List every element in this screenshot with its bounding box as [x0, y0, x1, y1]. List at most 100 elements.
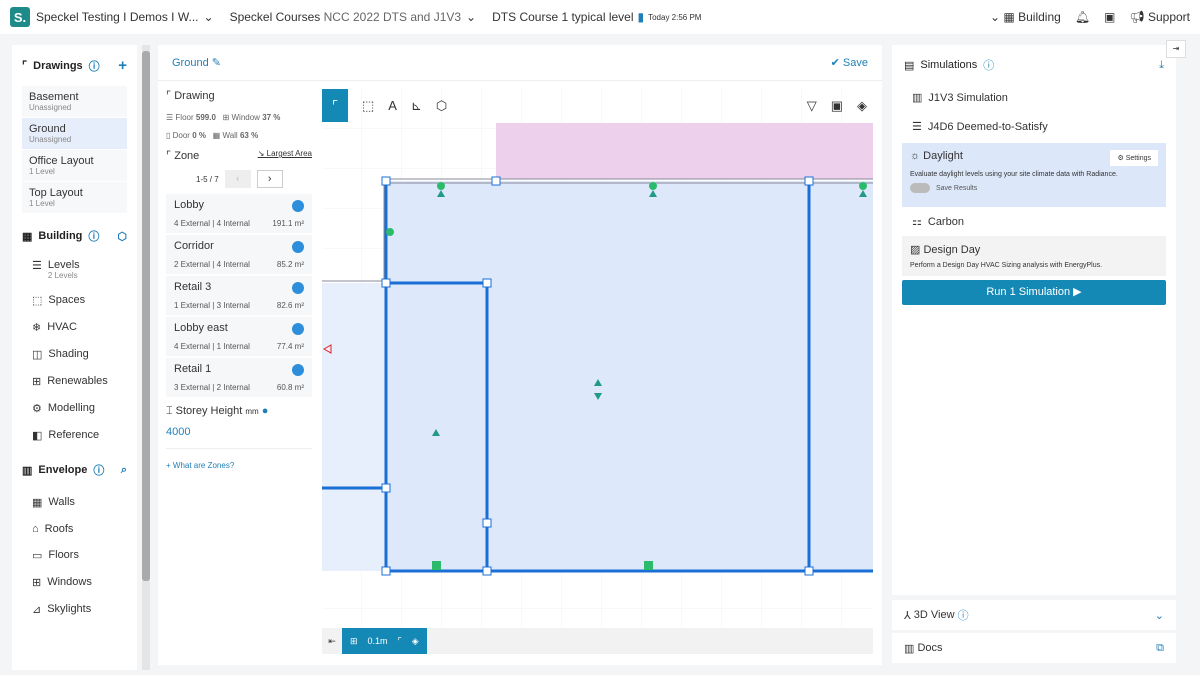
layers-icon[interactable]: ◈: [857, 98, 867, 114]
collapse-icon[interactable]: ⇤: [322, 636, 342, 647]
drawing-item[interactable]: Ground Unassigned: [22, 118, 127, 149]
sim-j4d6[interactable]: ☰ J4D6 Deemed-to-Satisfy: [902, 110, 1166, 139]
envelope-item[interactable]: ⌂ Roofs: [12, 515, 137, 541]
search-icon[interactable]: ⌕: [121, 464, 127, 477]
building-item[interactable]: ◧ Reference: [12, 421, 137, 448]
course-sub: NCC 2022 DTS and J1V3: [323, 10, 462, 24]
drawing-item[interactable]: Basement Unassigned: [22, 86, 127, 117]
zone-color-dot[interactable]: [292, 282, 304, 294]
sim-daylight[interactable]: ☼ Daylight ⚙ Settings Evaluate daylight …: [902, 143, 1166, 207]
text-tool-icon[interactable]: A: [388, 98, 397, 113]
left-sidebar: ⌜ Drawings ⓘ + Basement Unassigned Ground Unas…: [12, 45, 137, 670]
simulations-title: Simulations: [920, 59, 978, 71]
external-link-icon: ⧉: [1156, 641, 1164, 654]
sort-largest-area[interactable]: ↘ Largest Area: [258, 149, 312, 162]
zone-item[interactable]: Retail 13 External | 2 Internal 60.8 m²: [166, 358, 312, 397]
drawing-title[interactable]: Ground ✎: [172, 56, 221, 69]
zone-color-dot[interactable]: [292, 323, 304, 335]
clipboard-icon: ▤: [904, 59, 915, 72]
sim-carbon[interactable]: ⚏ Carbon: [902, 207, 1166, 236]
simulations-panel: ▤ Simulations ⓘ ⤓ ▥ J1V3 Simulation ☰ J4D6 …: [892, 45, 1176, 595]
collapse-panel-button[interactable]: ⇥: [1166, 40, 1186, 58]
canvas-toolbar: ⌜ ⬚ A ⊾ ⬡ ▽ ▣ ◈: [322, 89, 873, 122]
building-item[interactable]: ◫ Shading: [12, 340, 137, 367]
draw-tool-icon[interactable]: ⌜: [322, 89, 348, 122]
zone-heading: ⌜ Zone: [166, 150, 200, 162]
layout-icon[interactable]: ▣: [1104, 10, 1115, 24]
tag-tool-icon[interactable]: ⬡: [436, 98, 447, 114]
zone-item[interactable]: Retail 31 External | 3 Internal 82.6 m²: [166, 276, 312, 315]
sidebar-scrollbar[interactable]: [142, 45, 150, 670]
drawing-heading: ⌜ Drawing: [166, 90, 215, 102]
main-panel: Ground ✎ ✔ Save ⌜ Drawing ☰ Floor 599.0 …: [158, 45, 882, 665]
drawing-icon: ⌜: [22, 60, 28, 72]
layers-icon: ◈: [411, 635, 419, 646]
zone-color-dot[interactable]: [292, 364, 304, 376]
zone-color-dot[interactable]: [292, 241, 304, 253]
map-icon: ▥: [22, 464, 33, 477]
envelope-item[interactable]: ▦ Walls: [12, 488, 137, 515]
docs-section[interactable]: ▥ Docs ⧉: [892, 633, 1176, 663]
select-tool-icon[interactable]: ⬚: [362, 98, 374, 114]
course-selector[interactable]: Speckel Courses: [230, 10, 321, 24]
envelope-item[interactable]: ⊿ Skylights: [12, 595, 137, 622]
storey-height-input[interactable]: 4000: [166, 426, 312, 449]
measure-tool-icon[interactable]: ⊾: [411, 98, 422, 114]
zone-item[interactable]: Corridor 2 External | 4 Internal 85.2 m²: [166, 235, 312, 274]
storey-height-label: ⌶ Storey Height mm ●: [166, 405, 269, 417]
building-item[interactable]: ⬚ Spaces: [12, 286, 137, 313]
filter-icon[interactable]: ▽: [807, 98, 817, 114]
app-logo[interactable]: S.: [10, 7, 30, 27]
settings-button[interactable]: ⚙ Settings: [1110, 150, 1158, 166]
drawing-canvas[interactable]: ⌜ ⬚ A ⊾ ⬡ ▽ ▣ ◈ ⇤ ⊞ 0.1m ⌜ ◈: [322, 89, 873, 654]
prev-page-button[interactable]: ‹: [224, 170, 251, 188]
item-icon: ⬚: [32, 295, 43, 307]
building-item[interactable]: ⊞ Renewables: [12, 367, 137, 394]
sim-design-day[interactable]: ▨ Design Day Perform a Design Day HVAC Si…: [902, 236, 1166, 276]
next-page-button[interactable]: ›: [256, 170, 283, 188]
building-item[interactable]: ⚙ Modelling: [12, 394, 137, 421]
support-button[interactable]: 📢︎ Support: [1129, 10, 1190, 24]
drawing-stats: ☰ Floor 599.0 ⊞ Window 37 % ▯ Door 0 % ▦…: [166, 113, 281, 140]
bell-icon[interactable]: 🔔︎: [1075, 10, 1090, 24]
run-simulation-button[interactable]: Run 1 Simulation ▶: [902, 280, 1166, 305]
item-icon: ⌂: [32, 523, 39, 535]
drawing-item[interactable]: Top Layout 1 Level: [22, 182, 127, 213]
drawing-item[interactable]: Office Layout 1 Level: [22, 150, 127, 181]
envelope-item[interactable]: ⊞ Windows: [12, 568, 137, 595]
save-button[interactable]: ✔ Save: [831, 56, 868, 69]
building-icon: ▦: [22, 230, 33, 243]
saved-time: Today 2:56 PM: [648, 12, 702, 22]
snap-icon: ⌜: [397, 635, 402, 646]
item-icon: ☰: [32, 260, 42, 272]
canvas-bottom-bar: ⇤ ⊞ 0.1m ⌜ ◈: [322, 628, 873, 654]
zone-item[interactable]: Lobby 4 External | 4 Internal 191.1 m²: [166, 194, 312, 233]
scale-controls[interactable]: ⊞ 0.1m ⌜ ◈: [342, 628, 427, 654]
item-icon: ⊿: [32, 604, 42, 616]
building-item[interactable]: ❄ HVAC: [12, 313, 137, 340]
drawings-title: Drawings: [33, 59, 83, 72]
file-icon: ▮: [637, 10, 645, 24]
item-icon: ⊞: [32, 376, 42, 388]
sim-j1v3[interactable]: ▥ J1V3 Simulation: [902, 85, 1166, 110]
item-icon: ◫: [32, 349, 43, 361]
save-results-toggle[interactable]: [910, 183, 930, 193]
envelope-item[interactable]: ▭ Floors: [12, 541, 137, 568]
item-icon: ▭: [32, 550, 43, 562]
scale-value: 0.1m: [367, 636, 388, 646]
add-drawing-button[interactable]: +: [118, 57, 127, 74]
building-item[interactable]: ☰ Levels 2 Levels: [12, 254, 137, 286]
tag-icon[interactable]: ⬡: [117, 230, 127, 243]
building-menu[interactable]: ⌄ ▦ Building: [990, 10, 1061, 24]
3d-view-section[interactable]: ⅄ 3D View ⓘ ⌄: [892, 600, 1176, 630]
page-indicator: 1-5 / 7: [196, 174, 219, 184]
zone-color-dot[interactable]: [292, 200, 304, 212]
zone-item[interactable]: Lobby east 4 External | 1 Internal 77.4 m²: [166, 317, 312, 356]
project-selector[interactable]: Speckel Testing I Demos I W...: [36, 10, 199, 24]
help-icon: ⓘ: [88, 60, 100, 73]
what-are-zones-link[interactable]: + What are Zones?: [166, 461, 312, 470]
item-icon: ❄: [32, 322, 42, 334]
download-icon[interactable]: ⤓: [1159, 59, 1164, 72]
image-icon[interactable]: ▣: [831, 98, 843, 114]
item-icon: ◧: [32, 430, 43, 442]
